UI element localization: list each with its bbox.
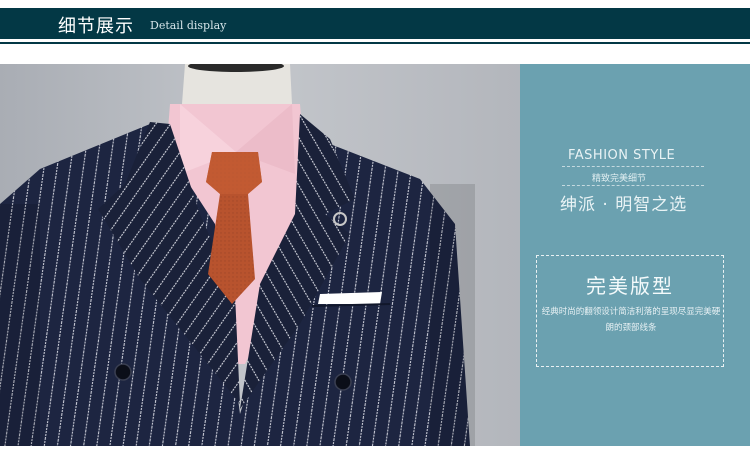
fashion-style-subtitle: 精致完美细节 <box>592 174 647 184</box>
button-left <box>114 363 132 381</box>
button-right <box>334 373 352 391</box>
slogan: 绅派 · 明智之选 <box>560 195 688 215</box>
pocket-square <box>318 292 382 304</box>
section-title: 细节展示 <box>58 16 134 37</box>
header-divider <box>0 42 750 44</box>
dashed-divider <box>562 185 704 186</box>
feature-panel: FASHION STYLE 精致完美细节 绅派 · 明智之选 完美版型 经典时尚… <box>520 64 750 446</box>
suit-detail-photo <box>0 64 520 446</box>
dashed-divider <box>562 166 704 167</box>
section-subtitle: Detail display <box>150 19 227 32</box>
feature-title: 完美版型 <box>586 274 674 298</box>
feature-box: 完美版型 经典时尚的翻领设计简洁利落的呈现尽显完美硬朗的颈部线条 <box>536 255 724 367</box>
fashion-style-title: FASHION STYLE <box>568 148 676 163</box>
feature-description: 经典时尚的翻领设计简洁利落的呈现尽显完美硬朗的颈部线条 <box>541 307 721 333</box>
